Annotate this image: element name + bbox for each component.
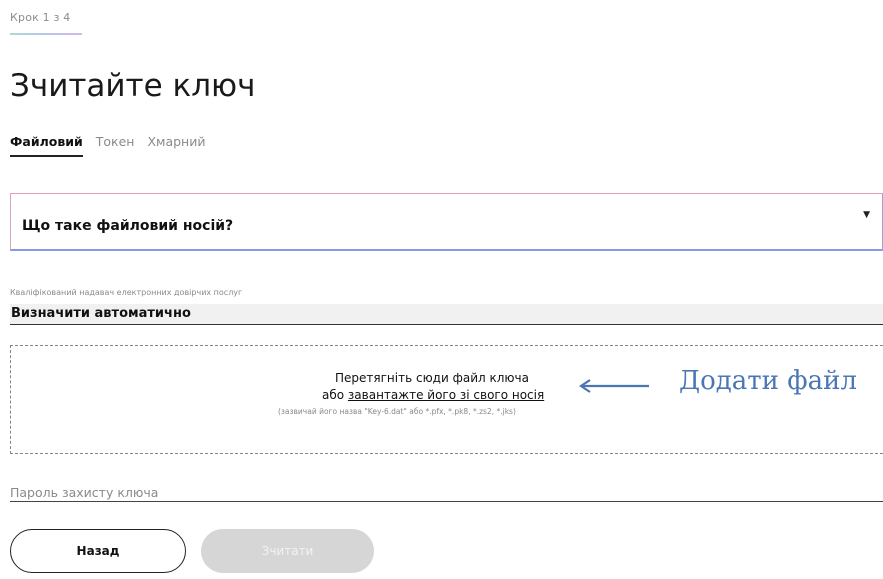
step-indicator: Крок 1 з 4: [10, 11, 71, 24]
chevron-down-icon[interactable]: ▼: [863, 210, 870, 220]
read-button[interactable]: Зчитати: [201, 529, 374, 573]
key-type-tabs: Файловий Токен Хмарний: [10, 134, 205, 157]
annotation-add-file: Додати файл: [679, 366, 857, 396]
file-carrier-faq-accordion[interactable]: Що таке файловий носій? ▼: [10, 193, 883, 251]
dropzone-upload-line: або завантажте його зі свого носія: [322, 388, 544, 402]
dropzone-instruction: Перетягніть сюди файл ключа: [335, 371, 529, 385]
upload-from-device-link[interactable]: завантажте його зі свого носія: [348, 388, 544, 402]
provider-selected-value: Визначити автоматично: [11, 306, 191, 321]
tab-token[interactable]: Токен: [96, 134, 135, 157]
arrow-left-icon: [579, 379, 649, 393]
tab-file[interactable]: Файловий: [10, 134, 83, 157]
tab-cloud[interactable]: Хмарний: [147, 134, 205, 157]
provider-label: Кваліфікований надавач електронних довір…: [10, 288, 243, 297]
key-password-input[interactable]: [10, 483, 883, 502]
faq-title: Що таке файловий носій?: [22, 218, 234, 234]
back-button[interactable]: Назад: [10, 529, 186, 573]
dropzone-or-text: або: [322, 388, 348, 402]
key-file-dropzone[interactable]: Перетягніть сюди файл ключа або завантаж…: [10, 345, 883, 454]
provider-select[interactable]: Визначити автоматично: [10, 304, 883, 325]
dropzone-file-hint: (зазвичай його назва "Key-6.dat" або *.p…: [278, 407, 516, 416]
step-progress-line: [10, 33, 82, 35]
page-title: Зчитайте ключ: [10, 68, 256, 104]
